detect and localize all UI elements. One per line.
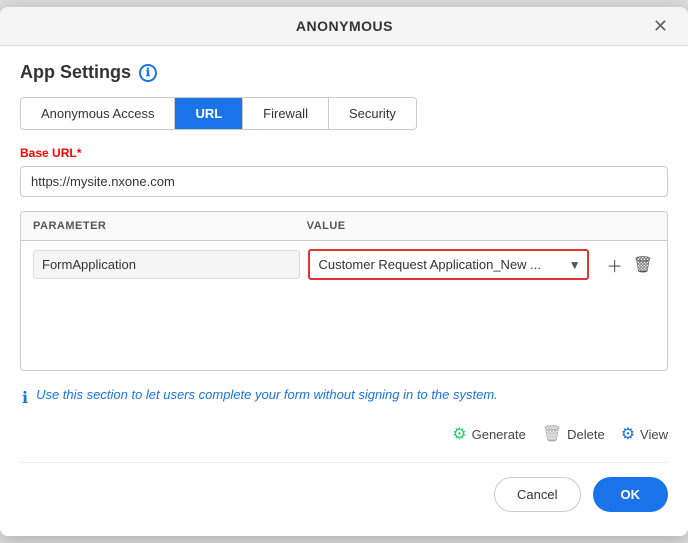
generate-icon: ⚙ (452, 424, 466, 444)
ok-button[interactable]: OK (593, 477, 669, 512)
param-value-wrapper: Customer Request Application_New ... Opt… (308, 249, 588, 280)
app-settings-header: App Settings ℹ (20, 62, 668, 83)
app-settings-title: App Settings (20, 62, 131, 83)
delete-label: Delete (567, 427, 605, 442)
param-actions: ＋ 🗑 (605, 251, 655, 279)
info-icon-header[interactable]: ℹ (139, 64, 157, 82)
info-section: ℹ Use this section to let users complete… (20, 387, 668, 408)
dialog-body: App Settings ℹ Anonymous Access URL Fire… (0, 46, 688, 536)
add-param-button[interactable]: ＋ (605, 251, 625, 279)
tab-firewall[interactable]: Firewall (243, 98, 329, 129)
info-section-text: Use this section to let users complete y… (36, 387, 498, 402)
info-icon-section: ℹ (22, 388, 28, 408)
view-label: View (640, 427, 668, 442)
param-name-input[interactable] (33, 250, 300, 279)
required-marker: * (77, 146, 82, 160)
tab-security[interactable]: Security (329, 98, 416, 129)
footer-buttons: Cancel OK (20, 462, 668, 520)
params-table-content: Customer Request Application_New ... Opt… (21, 241, 667, 341)
params-table: PARAMETER VALUE Customer Request Applica… (20, 211, 668, 371)
base-url-label: Base URL* (20, 146, 668, 160)
param-value-select[interactable]: Customer Request Application_New ... Opt… (308, 249, 588, 280)
table-row: Customer Request Application_New ... Opt… (21, 241, 667, 288)
col-parameter-header: PARAMETER (33, 220, 307, 232)
tab-bar: Anonymous Access URL Firewall Security (20, 97, 417, 130)
generate-label: Generate (472, 427, 526, 442)
cancel-button[interactable]: Cancel (494, 477, 580, 512)
tab-url[interactable]: URL (175, 98, 243, 129)
generate-button[interactable]: ⚙ Generate (452, 424, 526, 444)
col-value-header: VALUE (307, 220, 655, 232)
delete-button[interactable]: 🗑 Delete (542, 424, 605, 444)
view-icon: ⚙ (621, 424, 635, 444)
delete-icon: 🗑 (542, 424, 562, 444)
dialog-title: ANONYMOUS (40, 18, 649, 34)
main-dialog: ANONYMOUS ✕ App Settings ℹ Anonymous Acc… (0, 7, 688, 536)
delete-param-button[interactable]: 🗑 (631, 253, 655, 277)
dialog-header: ANONYMOUS ✕ (0, 7, 688, 46)
action-bar: ⚙ Generate 🗑 Delete ⚙ View (20, 424, 668, 444)
view-button[interactable]: ⚙ View (621, 424, 668, 444)
base-url-input[interactable] (20, 166, 668, 197)
params-table-header: PARAMETER VALUE (21, 212, 667, 241)
tab-anonymous-access[interactable]: Anonymous Access (21, 98, 175, 129)
close-button[interactable]: ✕ (649, 17, 672, 35)
